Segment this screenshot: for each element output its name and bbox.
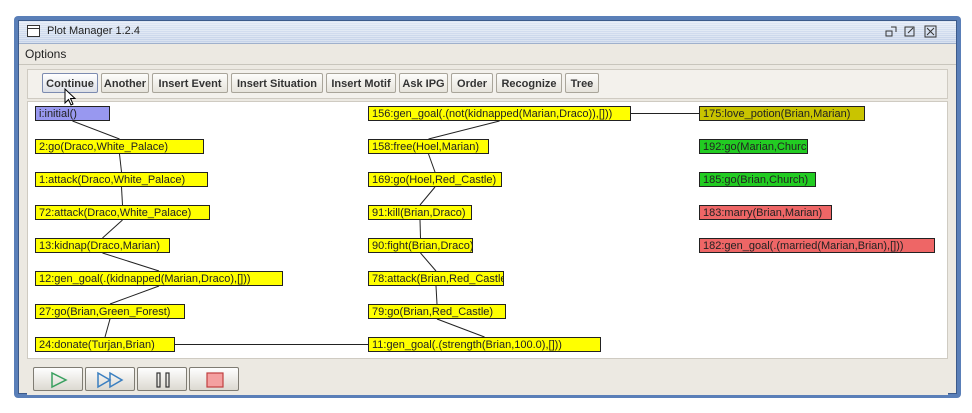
graph-edge [428,120,500,140]
plot-node-n0[interactable]: i:initial() [35,106,110,121]
plot-node-n3[interactable]: 72:attack(Draco,White_Palace) [35,205,210,220]
plot-node-r4[interactable]: 182:gen_goal(.(married(Marian,Brian),[])… [699,238,935,253]
graph-edge [102,219,123,239]
graph-edge [104,318,111,338]
mouse-cursor-icon [64,88,77,106]
fast-forward-button[interactable] [85,367,135,391]
plot-node-r3[interactable]: 183:marry(Brian,Marian) [699,205,832,220]
graph-edge [428,153,436,173]
plot-node-n1[interactable]: 2:go(Draco,White_Palace) [35,139,204,154]
another-button[interactable]: Another [101,73,149,93]
graph-edge [435,285,438,305]
plot-node-m1[interactable]: 158:free(Hoel,Marian) [368,139,489,154]
plot-node-r1[interactable]: 192:go(Marian,Church) [699,139,808,154]
pause-icon [156,372,170,388]
plot-node-n2[interactable]: 1:attack(Draco,White_Palace) [35,172,208,187]
plot-node-n5[interactable]: 12:gen_goal(.(kidnapped(Marian,Draco),[]… [35,271,283,286]
graph-edge [420,252,437,272]
ask-ipg-button[interactable]: Ask IPG [399,73,448,93]
graph-edge [436,318,485,338]
stop-button[interactable] [189,367,239,391]
plot-node-r2[interactable]: 185:go(Brian,Church) [699,172,816,187]
insert-situation-button[interactable]: Insert Situation [231,73,323,93]
insert-event-button[interactable]: Insert Event [152,73,228,93]
menu-options[interactable]: Options [25,47,66,61]
maximize-icon[interactable] [903,25,917,38]
insert-motif-button[interactable]: Insert Motif [326,73,396,93]
playback-bar [27,363,948,395]
plot-node-n6[interactable]: 27:go(Brian,Green_Forest) [35,304,185,319]
stop-icon [206,372,224,388]
plot-node-m4[interactable]: 90:fight(Brian,Draco) [368,238,473,253]
window-title: Plot Manager 1.2.4 [47,25,140,37]
plot-node-m6[interactable]: 79:go(Brian,Red_Castle) [368,304,506,319]
plot-manager-window: Plot Manager 1.2.4 Options Continue Anot… [18,20,957,395]
graph-edge [109,285,160,305]
plot-node-n7[interactable]: 24:donate(Turjan,Brian) [35,337,175,352]
window-icon [27,25,40,37]
plot-node-m0[interactable]: 156:gen_goal(.(not(kidnapped(Marian,Drac… [368,106,631,121]
graph-edge [419,186,436,206]
graph-edge [72,120,120,140]
recognize-button[interactable]: Recognize [496,73,562,93]
plot-node-m2[interactable]: 169:go(Hoel,Red_Castle) [368,172,502,187]
toolbar: Continue Another Insert Event Insert Sit… [27,69,948,99]
menu-bar: Options [19,44,956,65]
graph-edge [102,252,160,272]
title-bar[interactable]: Plot Manager 1.2.4 [19,21,956,44]
order-button[interactable]: Order [451,73,493,93]
graph-edge [419,219,421,239]
window-frame: Plot Manager 1.2.4 Options Continue Anot… [14,16,961,398]
pause-button[interactable] [137,367,187,391]
restore-icon[interactable] [884,25,898,38]
plot-node-m3[interactable]: 91:kill(Brian,Draco) [368,205,472,220]
plot-node-m7[interactable]: 11:gen_goal(.(strength(Brian,100.0),[])) [368,337,601,352]
plot-node-n4[interactable]: 13:kidnap(Draco,Marian) [35,238,170,253]
close-icon[interactable] [924,25,938,38]
plot-node-m5[interactable]: 78:attack(Brian,Red_Castle) [368,271,504,286]
tree-button[interactable]: Tree [565,73,599,93]
play-button[interactable] [33,367,83,391]
play-icon [51,371,68,389]
graph-edge [119,153,122,173]
fast-forward-icon [97,371,124,389]
plot-graph-canvas[interactable]: i:initial() 2:go(Draco,White_Palace) 1:att… [27,101,948,359]
graph-edge [121,186,123,206]
plot-node-r0[interactable]: 175:love_potion(Brian,Marian) [699,106,865,121]
